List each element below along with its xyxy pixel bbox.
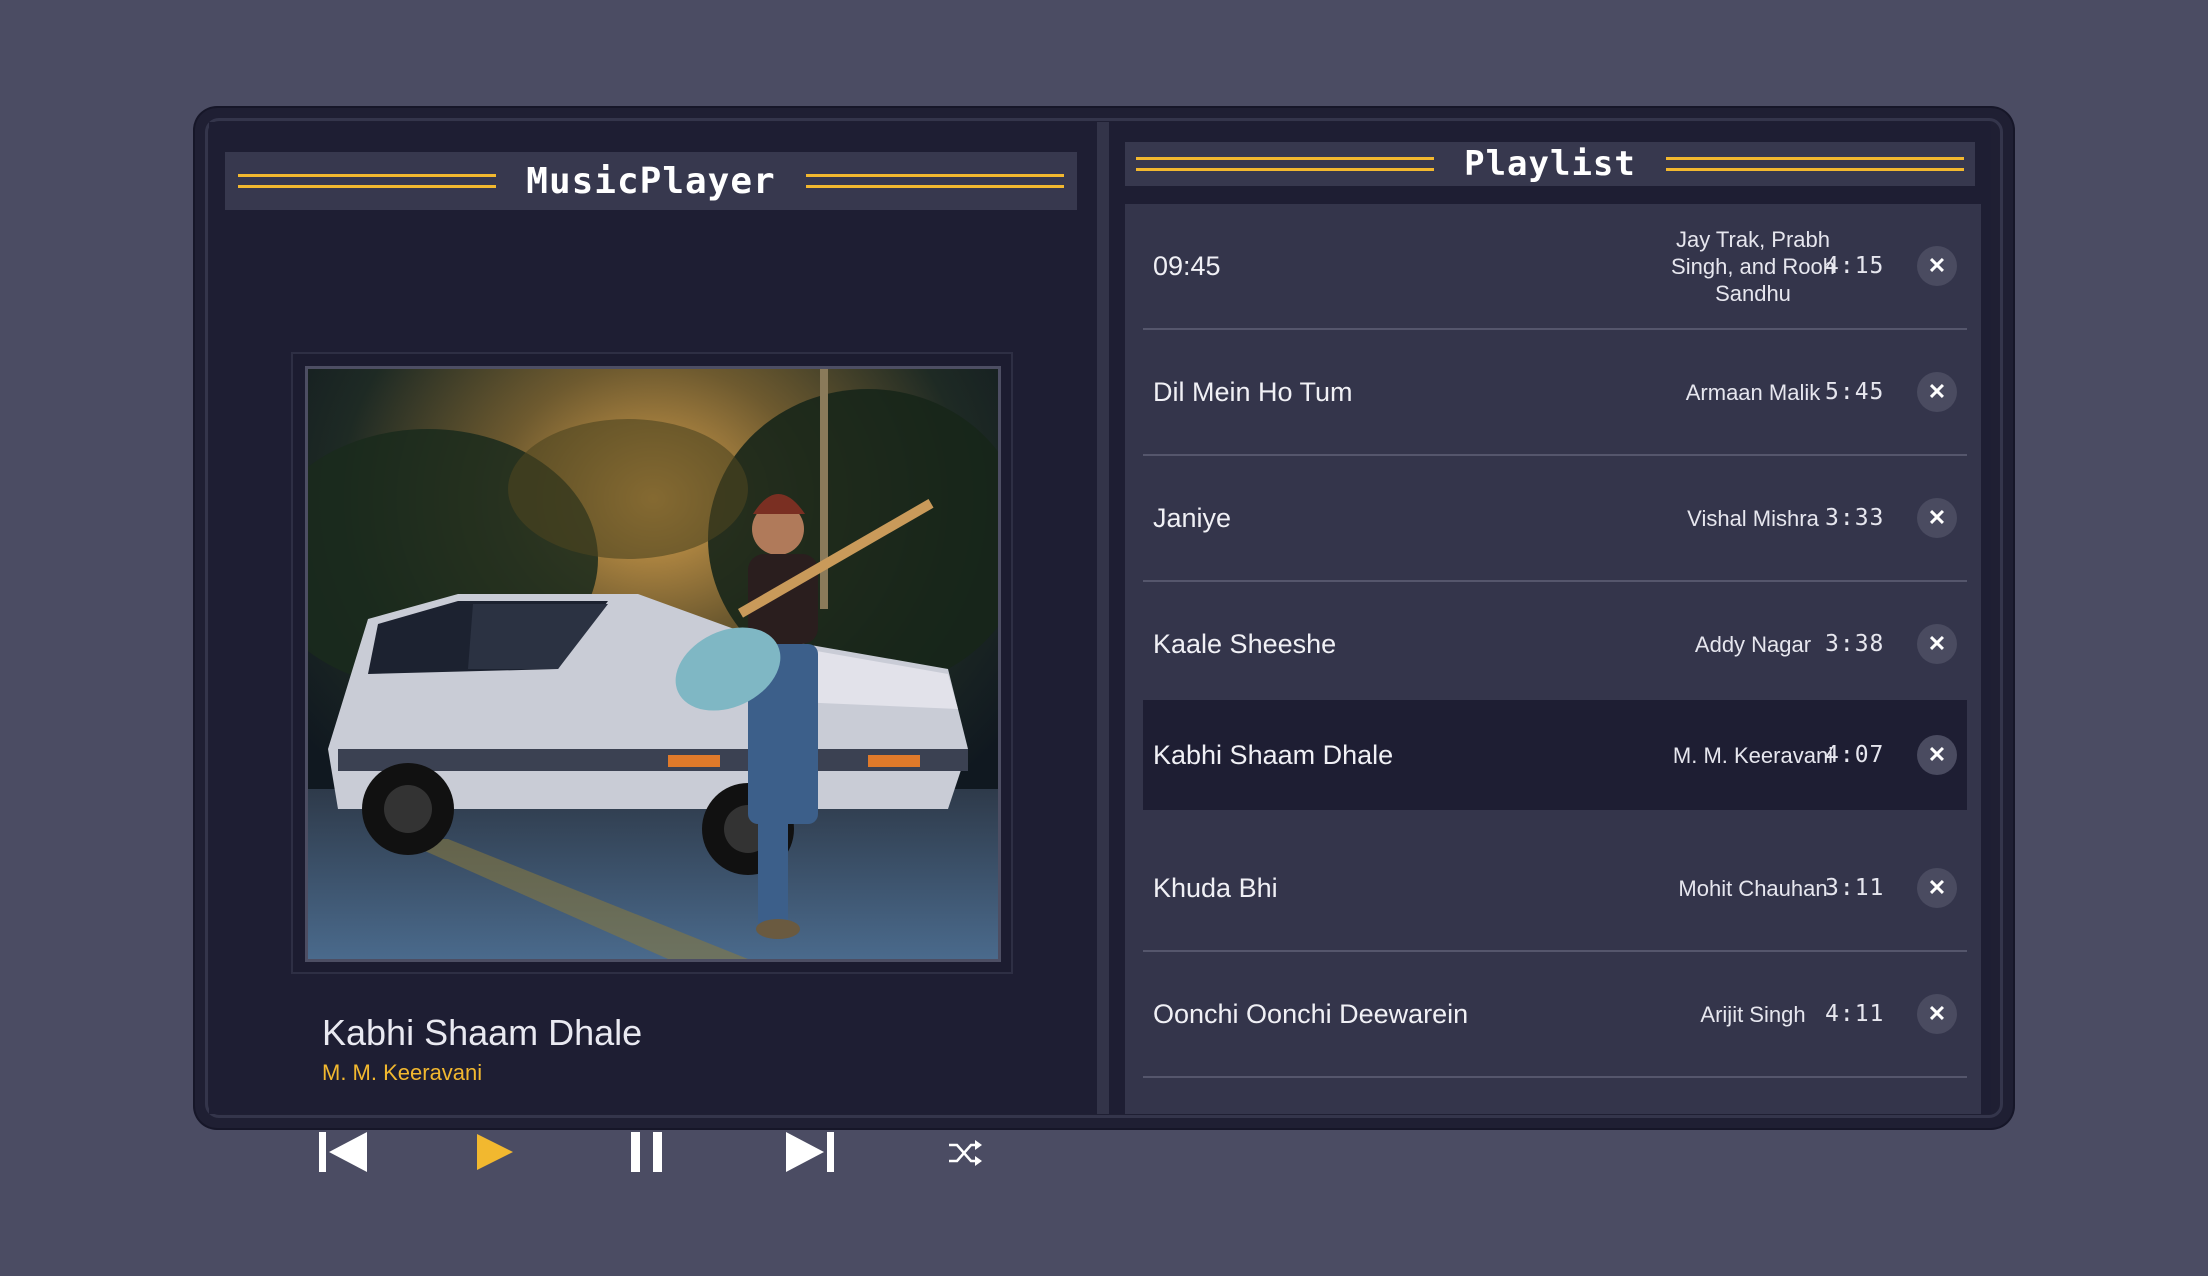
- shuffle-button[interactable]: [947, 1138, 983, 1173]
- music-player-app: MusicPlayer Kabhi Shaam Dhale M. M. Keer…: [195, 108, 2013, 1172]
- track-duration: 3:38: [1825, 631, 1885, 657]
- now-playing-artist: M. M. Keeravani: [322, 1060, 483, 1085]
- remove-track-button[interactable]: ✕: [1917, 624, 1957, 664]
- play-icon: [477, 1134, 513, 1170]
- skip-previous-icon: [319, 1132, 367, 1172]
- pause-icon: [631, 1132, 662, 1172]
- close-icon: ✕: [1927, 875, 1947, 900]
- track-duration: 3:11: [1825, 875, 1885, 901]
- remove-track-button[interactable]: ✕: [1917, 868, 1957, 908]
- play-button[interactable]: [477, 1134, 513, 1175]
- close-icon: ✕: [1927, 631, 1947, 656]
- track-name: Dil Mein Ho Tum: [1153, 376, 1353, 407]
- close-icon: ✕: [1927, 1001, 1947, 1026]
- playlist-row[interactable]: Dil Mein Ho Tum Armaan Malik 5:45 ✕: [1143, 330, 1967, 456]
- skip-next-button[interactable]: [784, 1132, 834, 1177]
- remove-track-button[interactable]: ✕: [1917, 994, 1957, 1034]
- remove-track-button[interactable]: ✕: [1917, 372, 1957, 412]
- player-panel: MusicPlayer Kabhi Shaam Dhale M. M. Keer…: [209, 122, 1097, 1172]
- track-artist: Mohit Chauhan: [1678, 875, 1828, 901]
- track-name: Kaale Sheeshe: [1153, 628, 1337, 659]
- track-name: Janiye: [1153, 502, 1232, 533]
- playlist-title: Playlist: [1464, 144, 1636, 184]
- remove-track-button[interactable]: ✕: [1917, 735, 1957, 775]
- album-art: [305, 366, 1001, 962]
- track-artist: M. M. Keeravani: [1672, 742, 1834, 768]
- now-playing-title: Kabhi Shaam Dhale: [322, 1012, 643, 1053]
- track-duration: 4:15: [1825, 253, 1885, 279]
- playlist-row[interactable]: Janiye Vishal Mishra 3:33 ✕: [1143, 456, 1967, 582]
- pause-button[interactable]: [629, 1132, 665, 1177]
- close-icon: ✕: [1927, 379, 1947, 404]
- track-duration: 3:33: [1825, 505, 1885, 531]
- playlist-panel: Playlist 09:45 Jay Trak, Prabh Singh, and…: [1109, 122, 1991, 1114]
- track-name: Khuda Bhi: [1153, 872, 1278, 903]
- track-artist: Addy Nagar: [1694, 631, 1812, 657]
- playlist-row[interactable]: 09:45 Jay Trak, Prabh Singh, and Rooh San…: [1143, 204, 1967, 330]
- track-artist: Armaan Malik: [1685, 379, 1821, 405]
- playlist-header: Playlist: [1125, 142, 1975, 186]
- track-name: Kabhi Shaam Dhale: [1153, 739, 1394, 770]
- player-title: MusicPlayer: [526, 160, 776, 202]
- panel-divider: [1097, 122, 1109, 1114]
- track-artist: Jay Trak, Prabh Singh, and Rooh Sandhu: [1671, 226, 1835, 306]
- playlist-row[interactable]: Kaale Sheeshe Addy Nagar 3:38 ✕: [1143, 582, 1967, 708]
- skip-previous-button[interactable]: [319, 1132, 369, 1177]
- close-icon: ✕: [1927, 253, 1947, 278]
- close-icon: ✕: [1927, 505, 1947, 530]
- album-art-illustration: [308, 369, 998, 959]
- decorative-lines-right: [1665, 157, 1964, 171]
- track-duration: 5:45: [1825, 379, 1885, 405]
- decorative-lines-left: [1136, 157, 1435, 171]
- remove-track-button[interactable]: ✕: [1917, 246, 1957, 286]
- playlist-list: 09:45 Jay Trak, Prabh Singh, and Rooh San…: [1125, 204, 1981, 1114]
- playlist-row[interactable]: Kabhi Shaam Dhale M. M. Keeravani 4:07 ✕: [1143, 700, 1967, 810]
- decorative-lines-left: [238, 174, 497, 188]
- remove-track-button[interactable]: ✕: [1917, 498, 1957, 538]
- album-art-frame: [291, 352, 1013, 974]
- track-name: Oonchi Oonchi Deewarein: [1153, 998, 1469, 1029]
- track-artist: Arijit Singh: [1700, 1001, 1806, 1027]
- playlist-row[interactable]: Oonchi Oonchi Deewarein Arijit Singh 4:11 ✕: [1143, 952, 1967, 1078]
- shuffle-icon: [949, 1140, 982, 1166]
- skip-next-icon: [786, 1132, 834, 1172]
- track-duration: 4:07: [1825, 742, 1885, 768]
- track-duration: 4:11: [1825, 1001, 1885, 1027]
- player-header: MusicPlayer: [225, 152, 1077, 210]
- playlist-row[interactable]: Khuda Bhi Mohit Chauhan 3:11 ✕: [1143, 826, 1967, 952]
- track-name: 09:45: [1153, 250, 1221, 281]
- track-artist: Vishal Mishra: [1687, 505, 1819, 531]
- decorative-lines-right: [805, 174, 1064, 188]
- close-icon: ✕: [1927, 742, 1947, 767]
